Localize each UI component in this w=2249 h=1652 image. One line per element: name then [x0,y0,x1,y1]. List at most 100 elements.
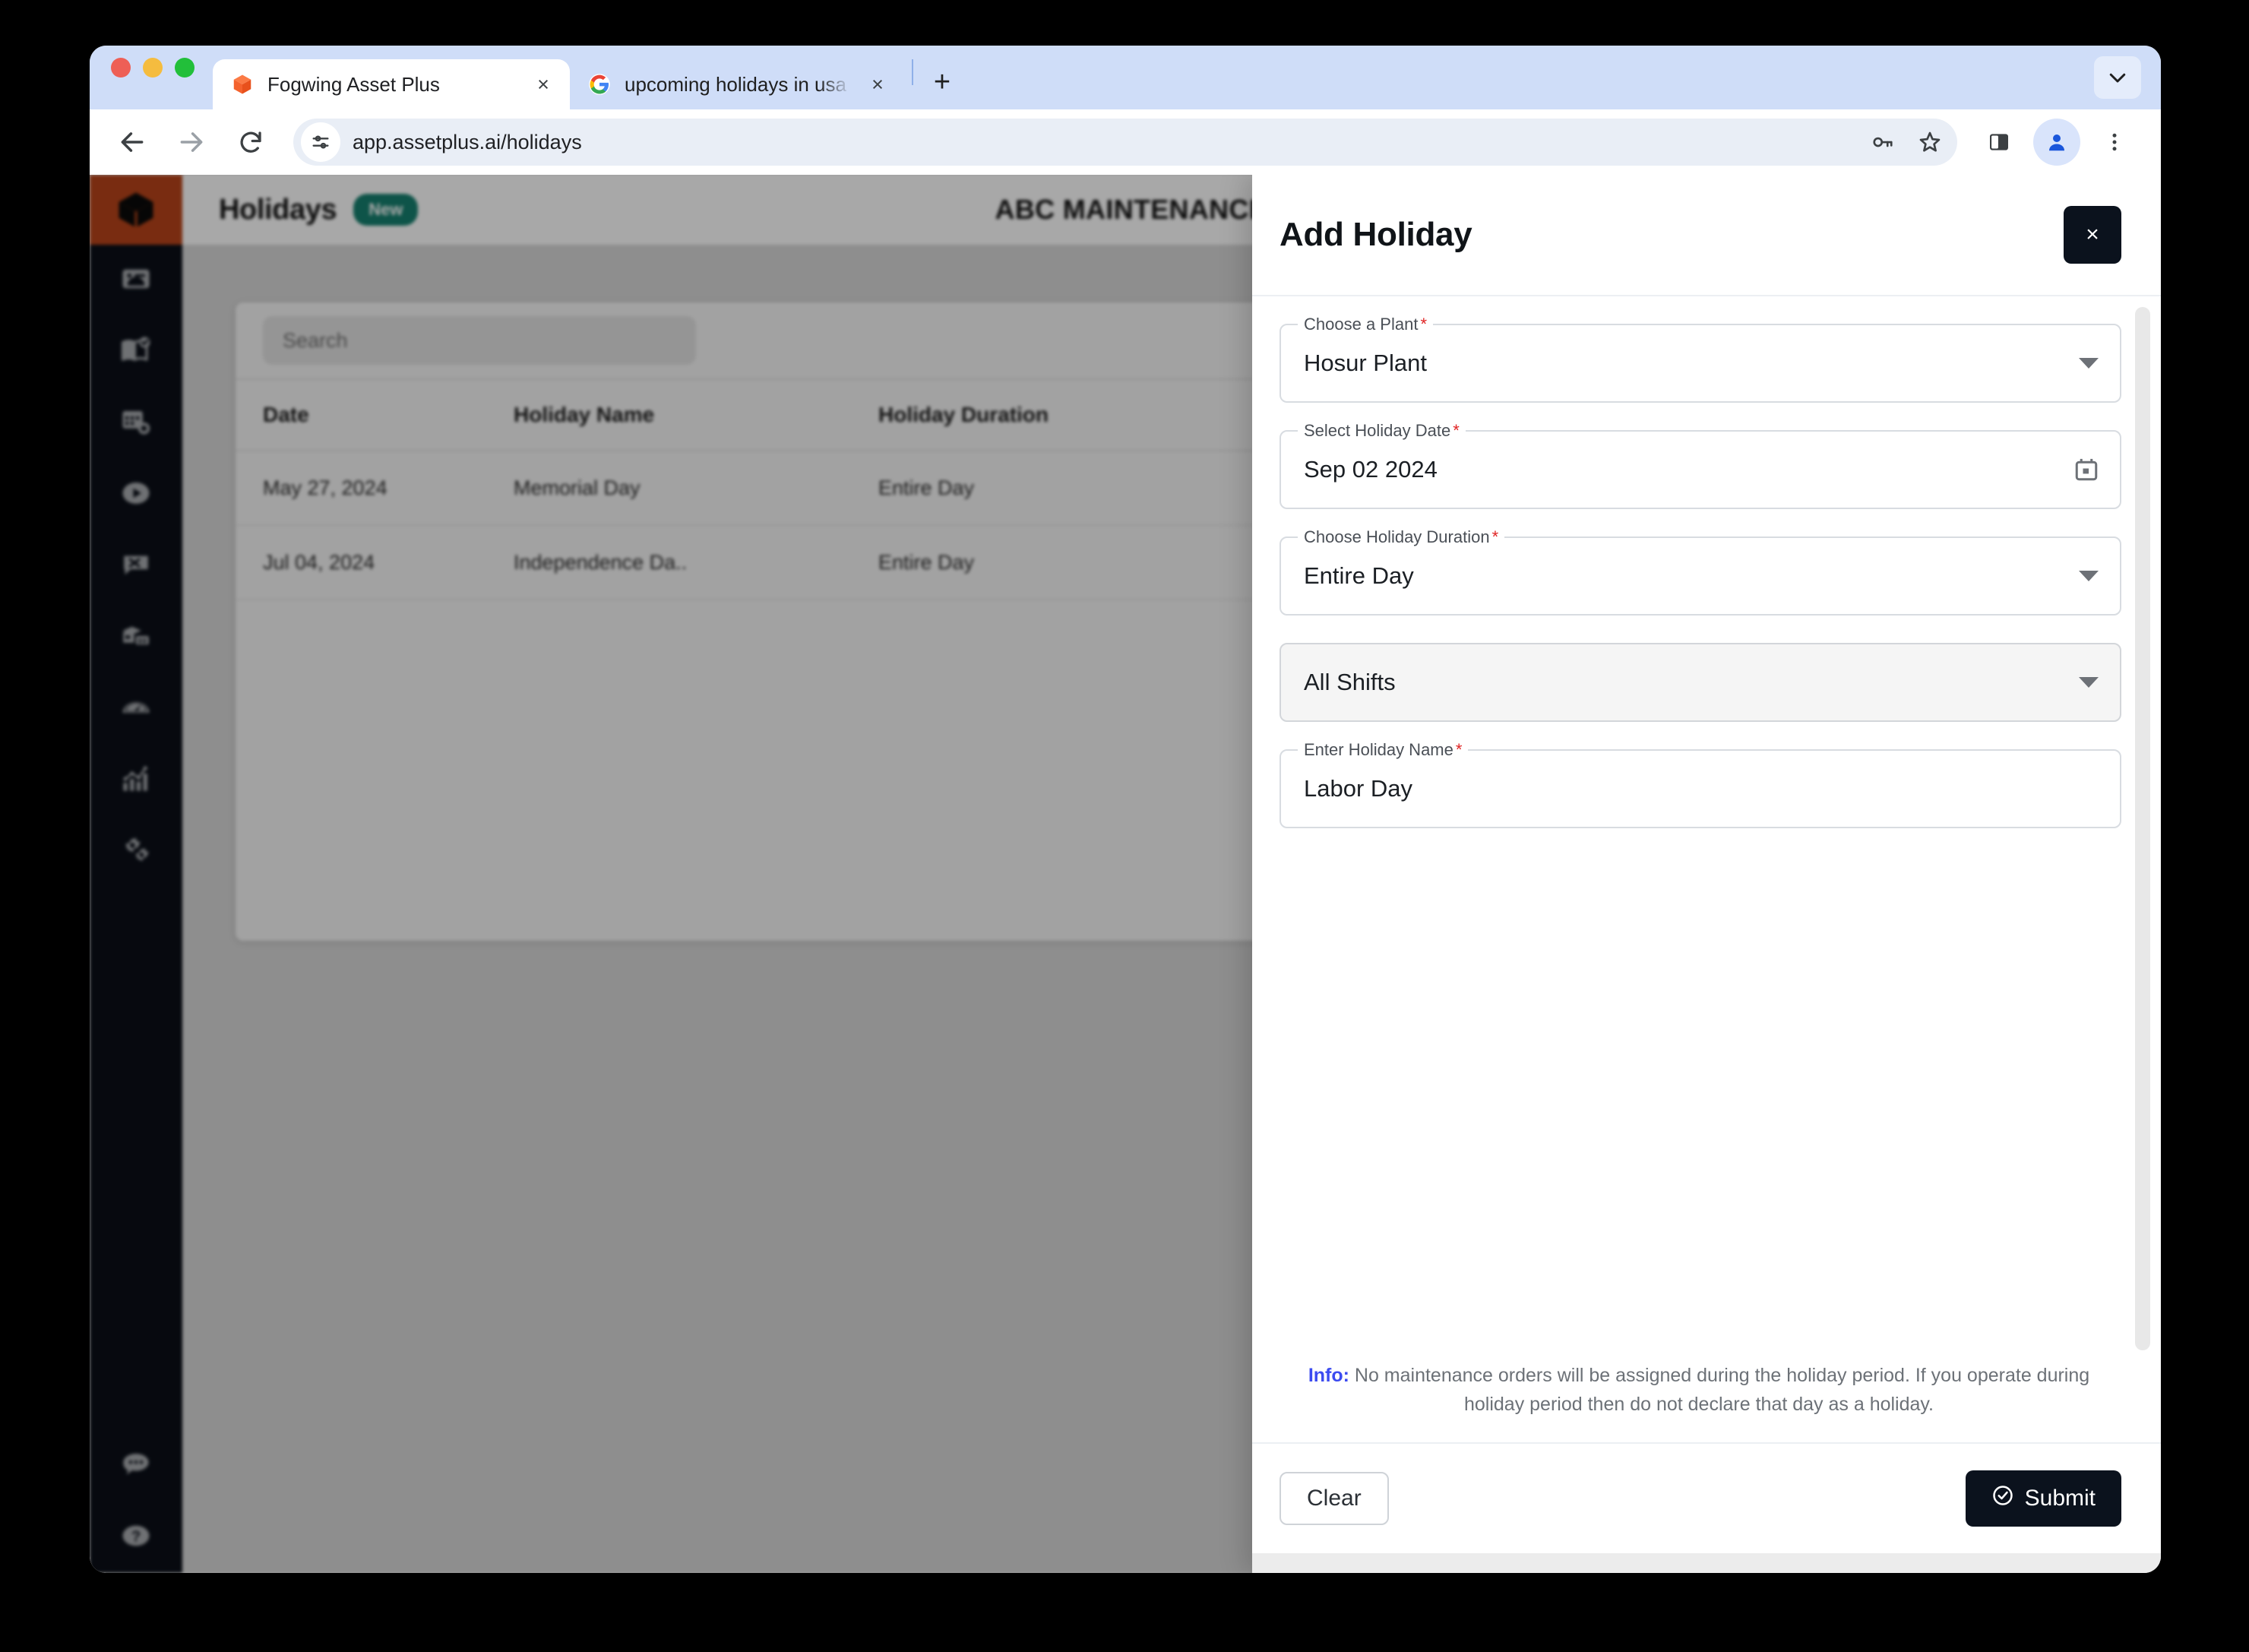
cell-holiday-name: Independence Da.. [514,550,688,574]
help-question-icon: ? [120,1520,152,1555]
holiday-duration-field-value: Entire Day [1304,562,1414,589]
cell-holiday-name: Memorial Day [514,476,641,499]
sidebar-item-analytics[interactable] [90,745,182,816]
address-bar-url: app.assetplus.ai/holidays [353,130,582,153]
tab-title: Fogwing Asset Plus [267,72,440,96]
window-traffic-lights [111,46,213,109]
chevron-down-icon[interactable] [2079,571,2099,581]
back-arrow-icon[interactable] [105,115,160,169]
chevron-down-icon[interactable] [2079,358,2099,369]
browser-tabstrip: Fogwing Asset Plus × upcoming holidays i… [90,46,2161,109]
holiday-date-field-value: Sep 02 2024 [1304,456,1438,483]
browser-tab-inactive[interactable]: upcoming holidays in usa - Go × [570,59,904,109]
column-header-holiday-name: Holiday Name [514,403,655,426]
maintenance-schedule-icon [120,406,152,441]
tab-title: upcoming holidays in usa - Go [625,72,851,96]
close-window-button[interactable] [111,58,131,78]
app-logo[interactable] [90,175,182,245]
plant-field-label: Choose a Plant * [1298,315,1433,334]
sidebar-item-help[interactable]: ? [90,1502,182,1573]
holiday-date-field-label: Select Holiday Date * [1298,421,1466,441]
submit-button[interactable]: Submit [1965,1470,2121,1527]
sidebar-item-requests[interactable] [90,530,182,602]
holiday-name-field-value: Labor Day [1304,775,1413,802]
new-tab-button[interactable]: + [921,61,963,103]
holiday-date-field[interactable]: Select Holiday Date * Sep 02 2024 [1279,421,2121,509]
page-viewport: ? Holidays New ABC MAINTENANCE SERV Sear… [90,175,2161,1573]
browser-tab-active[interactable]: Fogwing Asset Plus × [213,59,570,109]
panel-header: Add Holiday × [1252,175,2161,296]
star-icon[interactable] [1909,121,1951,163]
app-sidebar: ? [90,175,182,1573]
sidebar-item-work-orders[interactable] [90,316,182,388]
holiday-name-field-label: Enter Holiday Name * [1298,740,1469,760]
search-input[interactable]: Search [263,316,696,365]
sidebar-item-dashboard[interactable] [90,245,182,316]
close-icon[interactable]: × [2064,206,2121,264]
column-header-date: Date [263,403,309,426]
check-circle-icon [1991,1484,2014,1513]
holiday-duration-field-label: Choose Holiday Duration * [1298,527,1505,547]
dashboard-icon [120,263,152,299]
profile-avatar-icon[interactable] [2033,119,2080,166]
sidebar-item-meters[interactable] [90,673,182,745]
address-bar[interactable]: app.assetplus.ai/holidays [293,119,1957,166]
plant-field-value: Hosur Plant [1304,350,1427,376]
three-dot-menu-icon[interactable] [2091,119,2138,166]
panel-title: Add Holiday [1279,216,1472,253]
add-holiday-panel: Add Holiday × Choose a Plant * Hosur Plan… [1252,175,2161,1573]
new-badge: New [353,194,419,226]
sidebar-item-operations[interactable] [90,459,182,530]
key-icon[interactable] [1862,121,1904,163]
fogwing-cube-icon [231,73,254,96]
maximize-window-button[interactable] [175,58,195,78]
holiday-name-field[interactable]: Enter Holiday Name * Labor Day [1279,740,2121,828]
gears-settings-icon [120,834,152,870]
analytics-chart-icon [120,763,152,799]
sidebar-item-schedules[interactable] [90,388,182,459]
browser-toolbar: app.assetplus.ai/holidays [90,109,2161,175]
plant-select-field[interactable]: Choose a Plant * Hosur Plant [1279,315,2121,403]
cell-date: May 27, 2024 [263,476,387,499]
info-body: No maintenance orders will be assigned d… [1349,1364,2090,1416]
chat-bubble-icon [120,1448,152,1484]
tab-search-chevron-down-icon[interactable] [2094,56,2141,99]
panel-footer: Clear Submit [1252,1442,2161,1553]
sidebar-item-inventory[interactable] [90,602,182,673]
tools-chat-icon [120,549,152,584]
tune-sliders-icon[interactable] [301,122,340,162]
sidebar-item-settings[interactable] [90,816,182,888]
panel-info-text: Info: No maintenance orders will be assi… [1252,1361,2161,1443]
cell-date: Jul 04, 2024 [263,550,375,574]
forward-arrow-icon[interactable] [164,115,219,169]
browser-window: Fogwing Asset Plus × upcoming holidays i… [90,46,2161,1573]
toolbar-right-actions [1975,119,2138,166]
clear-button[interactable]: Clear [1279,1472,1389,1525]
panel-body: Choose a Plant * Hosur Plant Select Holid… [1252,296,2161,1361]
address-bar-actions [1862,121,1951,163]
panel-scrollbar[interactable] [2135,307,2150,1350]
submit-button-label: Submit [2024,1486,2096,1511]
shifts-field-value: All Shifts [1304,669,1396,695]
cell-holiday-duration: Entire Day [878,476,975,499]
chevron-down-icon[interactable] [2079,677,2099,688]
info-label: Info: [1308,1364,1349,1386]
cell-holiday-duration: Entire Day [878,550,975,574]
side-panel-icon[interactable] [1975,119,2023,166]
sidebar-item-chat[interactable] [90,1430,182,1502]
panel-bottom-bar [1252,1553,2161,1573]
calendar-icon[interactable] [2073,456,2100,483]
reload-icon[interactable] [223,115,278,169]
minimize-window-button[interactable] [143,58,163,78]
tab-close-button[interactable]: × [865,71,890,97]
shifts-select-field[interactable]: All Shifts [1279,643,2121,722]
google-g-icon [588,73,611,96]
holiday-duration-field[interactable]: Choose Holiday Duration * Entire Day [1279,527,2121,616]
work-order-book-icon [120,334,152,370]
inventory-box-icon [120,620,152,656]
play-circle-icon [120,477,152,513]
page-title: Holidays [219,193,337,226]
svg-text:?: ? [131,1528,141,1545]
tab-close-button[interactable]: × [530,71,556,97]
tab-divider [912,59,913,85]
